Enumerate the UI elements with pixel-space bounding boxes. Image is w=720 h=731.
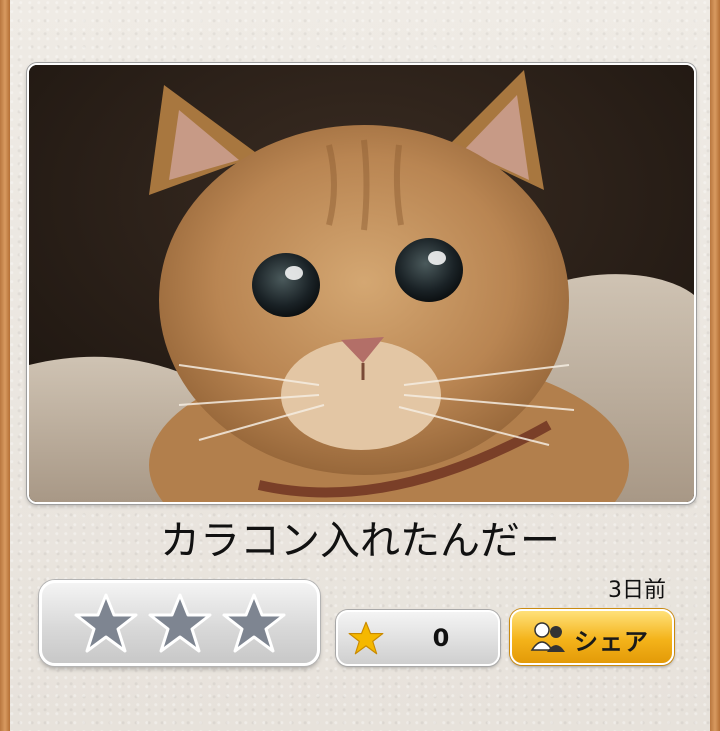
share-button-label: シェア xyxy=(574,628,649,656)
post-photo[interactable] xyxy=(27,63,696,504)
star-rating xyxy=(39,580,320,666)
rating-star-2-icon[interactable] xyxy=(148,591,212,655)
wood-border-right xyxy=(710,0,720,731)
post-timestamp: 3日前 xyxy=(608,578,666,603)
rating-star-1-icon[interactable] xyxy=(74,591,138,655)
post-card: カラコン入れたんだー 3日前 0 シェア xyxy=(10,0,710,731)
rating-star-3-icon[interactable] xyxy=(222,591,286,655)
share-button[interactable]: シェア xyxy=(510,609,674,665)
favorite-count: 0 xyxy=(432,624,450,652)
gold-star-icon xyxy=(348,621,384,655)
favorite-count-box: 0 xyxy=(336,610,500,666)
share-people-icon xyxy=(530,622,565,652)
cat-photo-image xyxy=(29,65,694,502)
wood-border-left xyxy=(0,0,10,731)
post-caption: カラコン入れたんだー xyxy=(160,518,560,564)
